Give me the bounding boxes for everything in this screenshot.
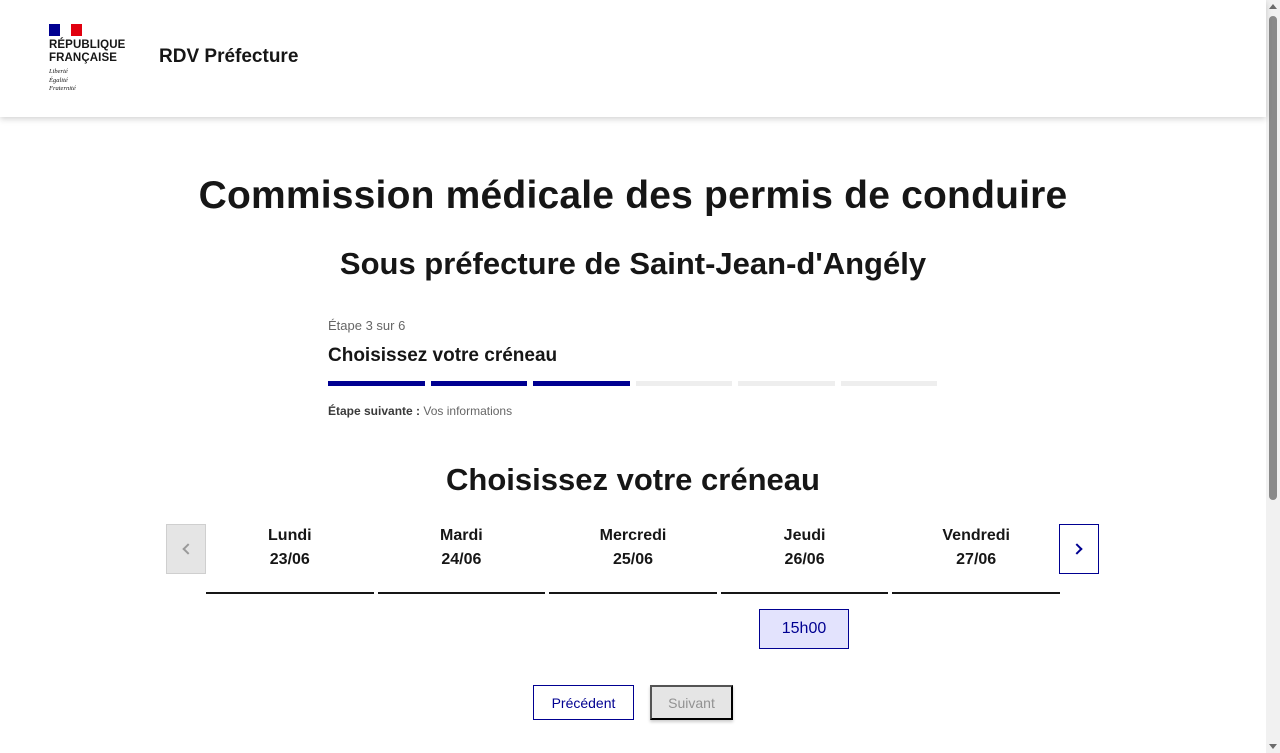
calendar-prev-button[interactable]	[166, 524, 206, 574]
stepper-title: Choisissez votre créneau	[328, 345, 558, 366]
site-header: RÉPUBLIQUE FRANÇAISE Liberté Égalité Fra…	[0, 0, 1266, 117]
stepper-state: Étape 3 sur 6	[328, 318, 406, 333]
calendar-day: Mercredi 25/06	[549, 524, 717, 594]
day-date: 23/06	[269, 551, 310, 568]
chevron-left-icon	[182, 543, 194, 555]
calendar-day: Mardi 24/06	[377, 524, 546, 594]
scrollbar[interactable]	[1266, 0, 1280, 753]
republique-francaise-logo[interactable]: RÉPUBLIQUE FRANÇAISE Liberté Égalité Fra…	[49, 24, 139, 94]
stepper-next-label: Étape suivante :	[328, 404, 421, 418]
stepper-bar	[328, 381, 425, 386]
day-date: 26/06	[784, 551, 825, 568]
day-name: Jeudi	[783, 527, 826, 544]
calendar-next-button[interactable]	[1059, 524, 1099, 574]
day-name: Mardi	[440, 527, 483, 544]
section-title: Choisissez votre créneau	[446, 462, 820, 497]
page-subtitle: Sous préfecture de Saint-Jean-d'Angély	[339, 246, 927, 281]
day-name: Lundi	[268, 527, 312, 544]
day-name: Mercredi	[599, 527, 667, 544]
stepper-next: Étape suivante : Vos informations	[328, 404, 938, 418]
logo-motto: Liberté Égalité Fraternité	[49, 68, 76, 92]
calendar-days: Lundi 23/06 Mardi 24/06 Mercredi 25/06 J…	[206, 524, 1060, 594]
stepper-bar	[430, 381, 527, 386]
site-title[interactable]: RDV Préfecture	[159, 46, 298, 68]
calendar-day: Lundi 23/06	[206, 524, 374, 594]
logo-text: RÉPUBLIQUE FRANÇAISE	[49, 39, 126, 64]
stepper-next-value: Vos informations	[423, 404, 513, 418]
stepper-bar	[533, 381, 630, 386]
stepper: Étape 3 sur 6 Choisissez votre créneau É…	[328, 318, 938, 418]
previous-button[interactable]: Précédent	[533, 685, 634, 720]
next-button[interactable]: Suivant	[650, 685, 733, 720]
time-slot-button[interactable]: 15h00	[759, 609, 849, 649]
day-name: Vendredi	[942, 527, 1010, 544]
stepper-bar	[635, 381, 732, 386]
scroll-down-icon[interactable]	[1269, 744, 1277, 749]
scroll-up-icon[interactable]	[1269, 4, 1277, 9]
scroll-thumb[interactable]	[1269, 16, 1277, 500]
day-date: 24/06	[441, 551, 482, 568]
stepper-bar	[738, 381, 835, 386]
stepper-bar	[840, 381, 937, 386]
chevron-right-icon	[1071, 543, 1083, 555]
page-title: Commission médicale des permis de condui…	[198, 174, 1068, 217]
calendar-day: Jeudi 26/06	[720, 524, 889, 594]
calendar-day: Vendredi 27/06	[892, 524, 1060, 594]
stepper-progress	[328, 381, 938, 386]
day-date: 27/06	[956, 551, 997, 568]
marianne-flag-icon	[49, 24, 82, 36]
day-date: 25/06	[612, 551, 653, 568]
